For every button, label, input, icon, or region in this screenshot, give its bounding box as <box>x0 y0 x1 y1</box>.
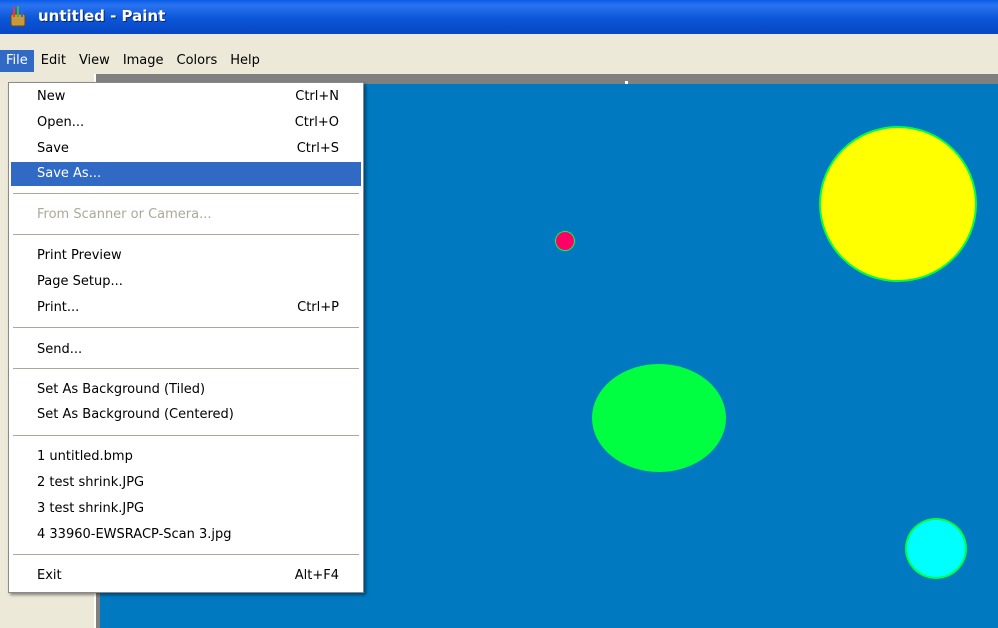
menu-help[interactable]: Help <box>224 50 266 72</box>
menu-print-preview[interactable]: Print Preview <box>11 244 361 268</box>
menu-separator <box>13 234 359 235</box>
menu-bar: File Edit View Image Colors Help <box>0 49 998 73</box>
menu-exit-label: Exit <box>37 568 62 583</box>
menu-separator <box>13 327 359 328</box>
menu-separator <box>13 554 359 555</box>
file-menu-dropdown: New Ctrl+N Open... Ctrl+O Save Ctrl+S Sa… <box>8 82 364 593</box>
title-bar: untitled - Paint <box>0 0 998 34</box>
menu-save-shortcut: Ctrl+S <box>296 141 339 156</box>
menu-exit[interactable]: Exit Alt+F4 <box>11 564 361 588</box>
menu-save-as[interactable]: Save As... <box>11 162 361 186</box>
menu-background-tiled[interactable]: Set As Background (Tiled) <box>11 378 361 402</box>
menu-open[interactable]: Open... Ctrl+O <box>11 111 361 135</box>
menu-send[interactable]: Send... <box>11 338 361 362</box>
window-title: untitled - Paint <box>38 7 166 25</box>
menu-recent-file-3[interactable]: 3 test shrink.JPG <box>11 497 361 521</box>
menu-from-scanner-label: From Scanner or Camera... <box>37 207 212 222</box>
recent-file-label: 2 test shrink.JPG <box>37 475 145 490</box>
menu-new[interactable]: New Ctrl+N <box>11 85 361 109</box>
yellow-circle <box>819 126 977 282</box>
menu-separator <box>13 368 359 369</box>
menu-recent-file-2[interactable]: 2 test shrink.JPG <box>11 471 361 495</box>
menu-print[interactable]: Print... Ctrl+P <box>11 296 361 320</box>
small-pink-circle <box>555 231 575 251</box>
menu-print-label: Print... <box>37 300 80 315</box>
menu-edit[interactable]: Edit <box>35 50 72 72</box>
menu-new-shortcut: Ctrl+N <box>295 89 339 104</box>
menu-from-scanner: From Scanner or Camera... <box>11 203 361 227</box>
menu-view[interactable]: View <box>73 50 116 72</box>
menu-background-centered[interactable]: Set As Background (Centered) <box>11 403 361 427</box>
menu-colors[interactable]: Colors <box>171 50 224 72</box>
menu-print-shortcut: Ctrl+P <box>297 300 339 315</box>
paint-app-icon[interactable] <box>9 6 29 28</box>
green-ellipse <box>592 364 726 472</box>
menu-image[interactable]: Image <box>117 50 170 72</box>
menu-page-setup-label: Page Setup... <box>37 274 123 289</box>
menu-save-label: Save <box>37 141 69 156</box>
menu-background-tiled-label: Set As Background (Tiled) <box>37 382 206 397</box>
menu-new-label: New <box>37 89 66 104</box>
menu-open-label: Open... <box>37 115 85 130</box>
menu-send-label: Send... <box>37 342 83 357</box>
menu-recent-file-1[interactable]: 1 untitled.bmp <box>11 445 361 469</box>
recent-file-label: 4 33960-EWSRACP-Scan 3.jpg <box>37 527 232 542</box>
menu-exit-shortcut: Alt+F4 <box>294 568 339 583</box>
cyan-circle <box>905 518 967 579</box>
menu-file[interactable]: File <box>0 50 34 72</box>
menu-page-setup[interactable]: Page Setup... <box>11 270 361 294</box>
menu-save[interactable]: Save Ctrl+S <box>11 137 361 161</box>
menu-print-preview-label: Print Preview <box>37 248 122 263</box>
recent-file-label: 3 test shrink.JPG <box>37 501 145 516</box>
canvas-resize-handle[interactable] <box>625 81 628 84</box>
menu-background-centered-label: Set As Background (Centered) <box>37 407 234 422</box>
menu-separator <box>13 435 359 436</box>
recent-file-label: 1 untitled.bmp <box>37 449 133 464</box>
menu-save-as-label: Save As... <box>37 166 102 181</box>
menu-recent-file-4[interactable]: 4 33960-EWSRACP-Scan 3.jpg <box>11 523 361 547</box>
menu-separator <box>13 193 359 194</box>
menu-open-shortcut: Ctrl+O <box>294 115 339 130</box>
